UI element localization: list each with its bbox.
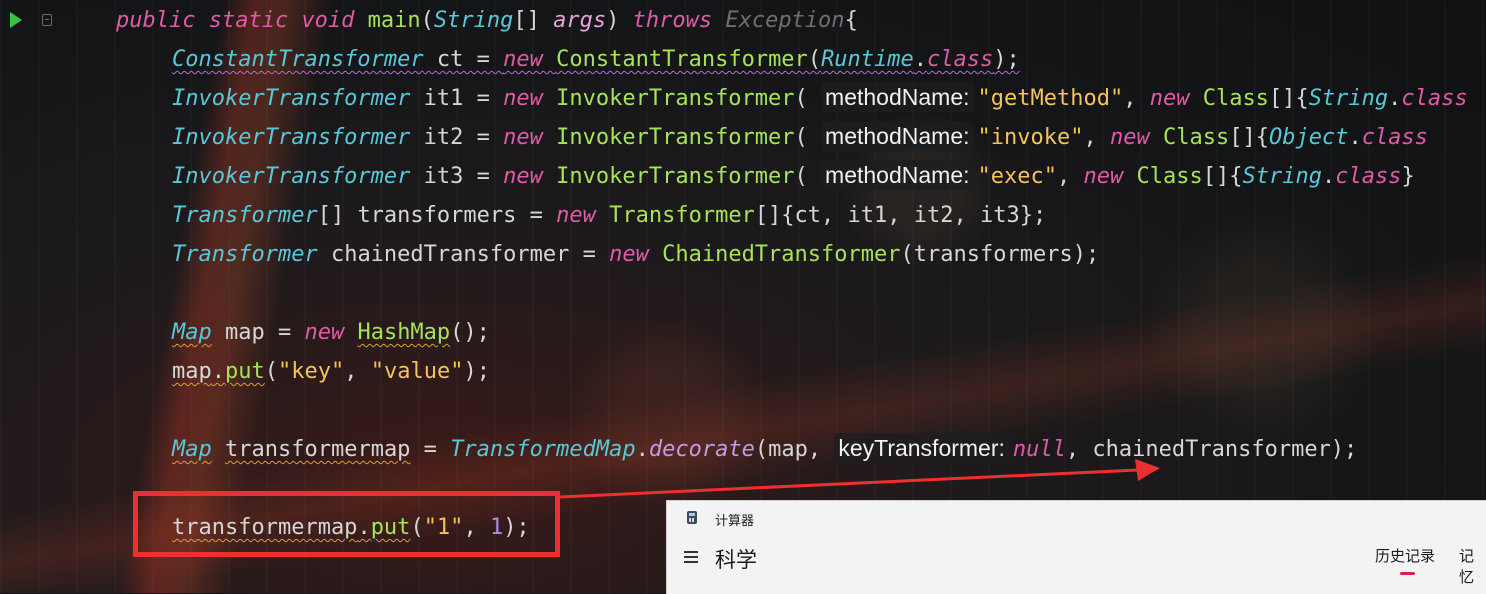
tab-memory[interactable]: 记忆 [1459,545,1486,587]
calculator-window[interactable]: 计算器 科学 历史记录 记忆 [666,500,1486,594]
tab-history[interactable]: 历史记录 [1375,545,1435,566]
calculator-title: 计算器 [715,513,755,528]
tab-history-indicator [1400,572,1415,575]
calculator-mode-label: 科学 [715,549,757,572]
hamburger-menu-icon[interactable] [684,551,698,563]
calculator-icon [687,511,697,524]
